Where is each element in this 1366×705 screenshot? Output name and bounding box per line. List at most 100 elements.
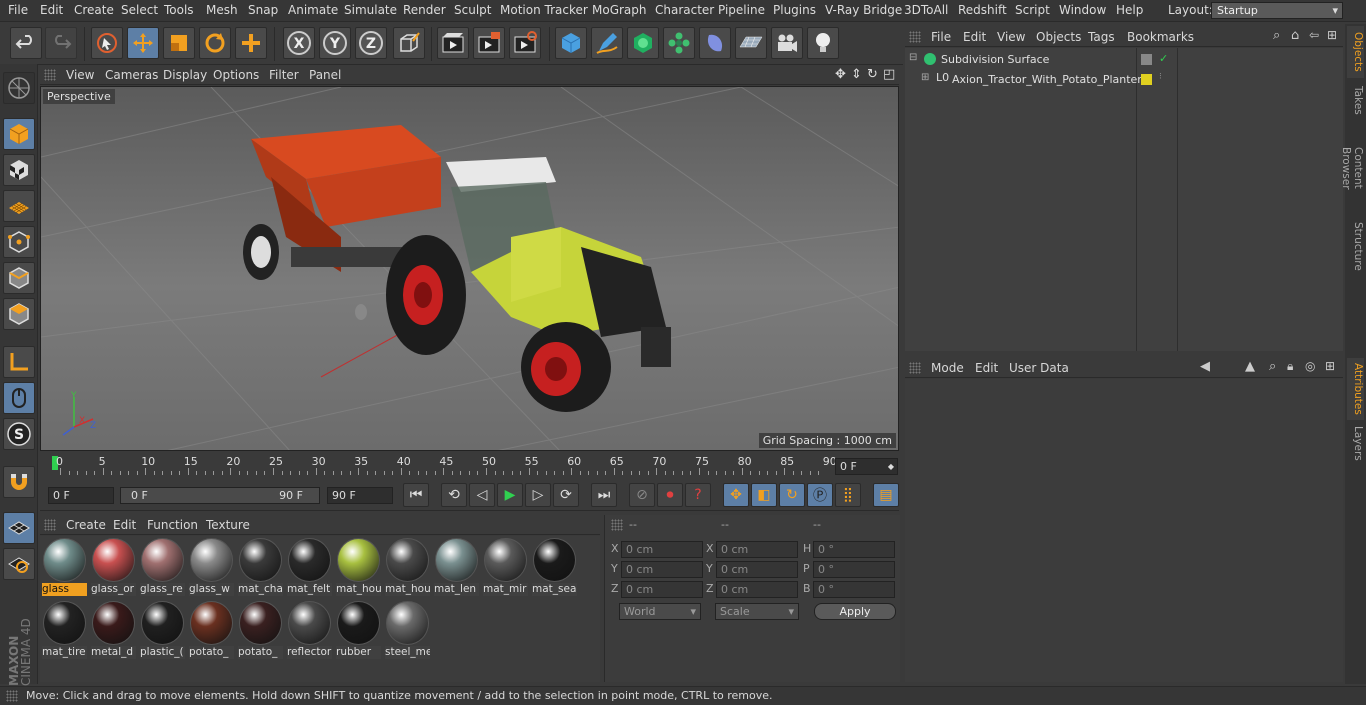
y-axis-icon[interactable]: Y [319, 27, 351, 59]
vp-menu-options[interactable]: Options [213, 68, 259, 82]
menu-simulate[interactable]: Simulate [344, 3, 397, 17]
material-swatch[interactable]: rubber [336, 600, 381, 660]
timeline[interactable]: 0 5 10 15 20 25 30 35 40 45 50 55 60 65 70 75 80 85 90 0 F… [40, 453, 899, 477]
object-name[interactable]: Subdivision Surface [941, 53, 1049, 66]
obj-menu-bookmarks[interactable]: Bookmarks [1127, 30, 1194, 44]
menu-vray-bridge[interactable]: V-Ray Bridge [825, 3, 902, 17]
material-swatch[interactable]: reflector [287, 600, 332, 660]
menu-edit[interactable]: Edit [40, 3, 63, 17]
attr-up-icon[interactable]: ▲ [1245, 359, 1255, 374]
edges-mode-icon[interactable] [3, 262, 35, 294]
apply-button[interactable]: Apply [814, 603, 896, 620]
undo-icon[interactable] [10, 27, 42, 59]
material-swatch[interactable]: potato_ [189, 600, 234, 660]
tab-takes[interactable]: Takes [1347, 80, 1364, 120]
deformer-icon[interactable] [699, 27, 731, 59]
obj-search-icon[interactable]: ⌕ [1273, 28, 1280, 43]
mat-menu-create[interactable]: Create [66, 518, 106, 532]
autokeying-icon[interactable]: ⏺ [657, 483, 683, 507]
obj-menu-objects[interactable]: Objects [1036, 30, 1081, 44]
coord-space-dropdown[interactable]: World ▾ [619, 603, 701, 620]
material-swatch[interactable]: mat_felt [287, 537, 332, 597]
coord-value-field[interactable]: 0 cm [716, 581, 798, 598]
go-to-start-icon[interactable]: ⏮ [403, 483, 429, 507]
subdivision-icon[interactable] [627, 27, 659, 59]
layer-color-icon[interactable] [1141, 74, 1152, 85]
menu-file[interactable]: File [8, 3, 28, 17]
attributes-panel-grip-icon[interactable] [909, 362, 921, 374]
menu-mograph[interactable]: MoGraph [592, 3, 647, 17]
menu-script[interactable]: Script [1015, 3, 1050, 17]
collapse-icon[interactable]: ⊟ [909, 52, 917, 63]
keyframe-selection-icon[interactable]: ? [685, 483, 711, 507]
object-row[interactable]: ⊟ Subdivision Surface ✓ [905, 51, 1343, 69]
key-parameter-icon[interactable]: Ⓟ [807, 483, 833, 507]
make-editable-icon[interactable] [3, 72, 35, 104]
coord-value-field[interactable]: 0 cm [716, 541, 798, 558]
attr-target-icon[interactable]: ◎ [1305, 359, 1315, 373]
attr-menu-edit[interactable]: Edit [975, 361, 998, 375]
frame-range-slider[interactable]: 0 F 90 F [120, 487, 320, 504]
coord-value-field[interactable]: 0 ° [813, 581, 895, 598]
play-icon[interactable]: ▶ [497, 483, 523, 507]
editor-render-visibility-icon[interactable] [1141, 54, 1152, 65]
material-swatch[interactable]: mat_len [434, 537, 479, 597]
move-icon[interactable] [127, 27, 159, 59]
next-key-icon[interactable]: ⟳ [553, 483, 579, 507]
solo-icon[interactable]: S [3, 418, 35, 450]
material-panel-grip-icon[interactable] [44, 519, 56, 531]
end-frame-field[interactable]: 90 F [327, 487, 393, 504]
coord-value-field[interactable]: 0 ° [813, 541, 895, 558]
menu-motion-tracker[interactable]: Motion Tracker [500, 3, 588, 17]
render-settings-icon[interactable] [509, 27, 541, 59]
material-swatch[interactable]: plastic_( [140, 600, 185, 660]
mat-menu-function[interactable]: Function [147, 518, 198, 532]
z-axis-icon[interactable]: Z [355, 27, 387, 59]
obj-menu-edit[interactable]: Edit [963, 30, 986, 44]
menu-help[interactable]: Help [1116, 3, 1143, 17]
vp-menu-cameras[interactable]: Cameras [105, 68, 158, 82]
material-swatch[interactable]: mat_tire [42, 600, 87, 660]
attr-new-panel-icon[interactable]: ⊞ [1325, 359, 1335, 373]
texture-mode-icon[interactable] [3, 154, 35, 186]
obj-menu-view[interactable]: View [997, 30, 1025, 44]
coord-mode-dropdown[interactable]: Scale ▾ [715, 603, 799, 620]
go-to-end-icon[interactable]: ⏭ [591, 483, 617, 507]
attr-menu-mode[interactable]: Mode [931, 361, 964, 375]
recent-tools-icon[interactable] [235, 27, 267, 59]
material-swatch[interactable]: mat_hou [385, 537, 430, 597]
enabled-check-icon[interactable]: ✓ [1159, 52, 1168, 65]
mat-menu-texture[interactable]: Texture [206, 518, 250, 532]
vp-maximize-icon[interactable]: ◰ [883, 67, 895, 82]
attr-lock-icon[interactable]: 🔒︎ [1287, 359, 1293, 374]
model-mode-icon[interactable] [3, 118, 35, 150]
tweak-mode-icon[interactable] [3, 382, 35, 414]
snap-icon[interactable] [3, 466, 35, 498]
obj-back-icon[interactable]: ⇦ [1309, 28, 1319, 42]
material-swatch[interactable]: mat_cha [238, 537, 283, 597]
camera-icon[interactable] [771, 27, 803, 59]
panel-grip-icon[interactable] [44, 69, 56, 81]
redo-icon[interactable] [45, 27, 77, 59]
key-position-icon[interactable]: ✥ [723, 483, 749, 507]
vp-rotate-icon[interactable]: ↻ [867, 67, 878, 82]
attr-back-icon[interactable]: ◀ [1200, 359, 1210, 374]
obj-home-icon[interactable]: ⌂ [1291, 28, 1299, 43]
live-selection-icon[interactable] [91, 27, 123, 59]
previous-key-icon[interactable]: ⟲ [441, 483, 467, 507]
tab-attributes[interactable]: Attributes [1347, 358, 1364, 420]
menu-redshift[interactable]: Redshift [958, 3, 1007, 17]
coord-value-field[interactable]: 0 cm [621, 581, 703, 598]
rotate-icon[interactable] [199, 27, 231, 59]
vp-pan-icon[interactable]: ✥ [835, 67, 846, 82]
axis-mode-icon[interactable] [3, 346, 35, 378]
vp-menu-view[interactable]: View [66, 68, 94, 82]
key-scale-icon[interactable]: ◧ [751, 483, 777, 507]
material-swatch[interactable]: glass [42, 537, 87, 597]
menu-snap[interactable]: Snap [248, 3, 278, 17]
array-icon[interactable] [663, 27, 695, 59]
material-swatch[interactable]: mat_mir [483, 537, 528, 597]
tab-objects[interactable]: Objects [1347, 26, 1364, 78]
menu-3dtoall[interactable]: 3DToAll [904, 3, 948, 17]
x-axis-icon[interactable]: X [283, 27, 315, 59]
